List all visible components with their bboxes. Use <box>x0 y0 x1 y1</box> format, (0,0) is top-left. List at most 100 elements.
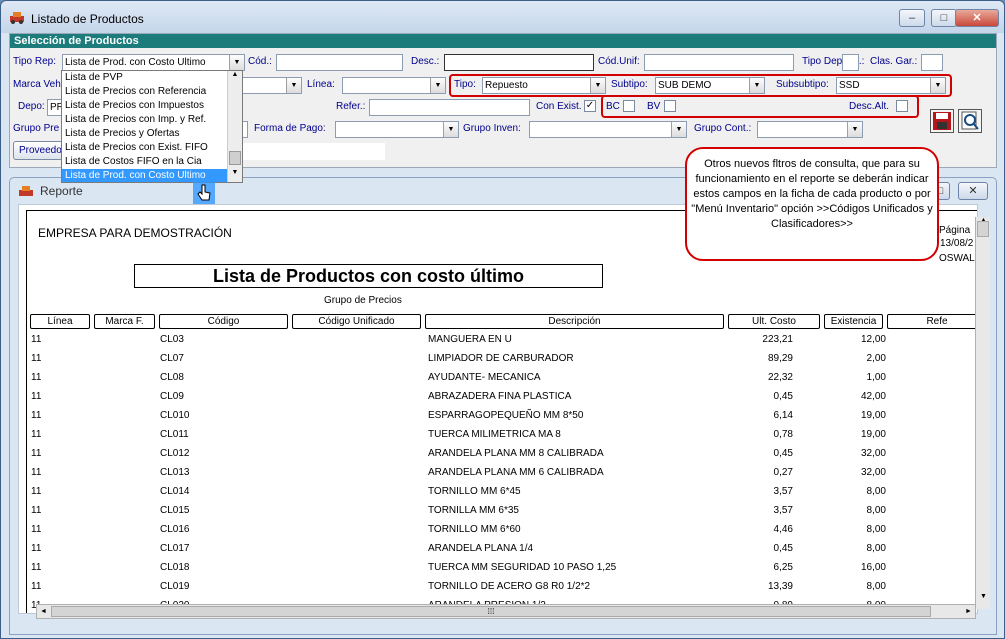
table-cell: CL09 <box>160 391 184 402</box>
chevron-down-icon[interactable]: ▼ <box>847 122 862 137</box>
table-cell: 32,00 <box>860 448 886 459</box>
chevron-down-icon[interactable]: ▼ <box>229 55 244 70</box>
grupo-inven-label: Grupo Inven: <box>463 123 521 134</box>
chevron-down-icon[interactable]: ▼ <box>977 593 990 607</box>
dropdown-option[interactable]: Lista de Precios y Ofertas <box>62 127 242 141</box>
table-cell: CL012 <box>160 448 190 459</box>
table-cell: 11 <box>31 410 42 421</box>
table-cell: 11 <box>31 562 42 573</box>
chevron-left-icon[interactable]: ◄ <box>37 605 50 618</box>
table-cell: ABRAZADERA FINA PLASTICA <box>428 391 572 402</box>
bv-checkbox[interactable] <box>664 100 676 112</box>
table-cell: MANGUERA EN U <box>428 334 512 345</box>
dropdown-option[interactable]: Lista de Prod. con Costo Ultimo <box>62 169 242 182</box>
dropdown-option[interactable]: Lista de PVP <box>62 71 242 85</box>
dropdown-option[interactable]: Lista de Costos FIFO en la Cia <box>62 155 242 169</box>
main-window: Listado de Productos – □ ✕ Selección de … <box>0 0 1005 639</box>
table-cell: 0,78 <box>773 429 793 440</box>
maximize-button[interactable]: □ <box>931 9 957 27</box>
bc-checkbox[interactable] <box>623 100 635 112</box>
table-cell: CL018 <box>160 562 190 573</box>
subsubtipo-value: SSD <box>839 80 860 91</box>
table-cell: ARANDELA PLANA 1/4 <box>428 543 534 554</box>
clas-gar-input[interactable] <box>921 54 943 71</box>
tipo-label: Tipo: <box>454 79 476 90</box>
table-cell: CL014 <box>160 486 190 497</box>
table-cell: TORNILLA MM 6*35 <box>428 505 519 516</box>
table-cell: TORNILLO MM 6*45 <box>428 486 521 497</box>
dropdown-option[interactable]: Lista de Precios con Referencia <box>62 85 242 99</box>
close-button[interactable]: ✕ <box>955 9 999 27</box>
chevron-down-icon[interactable]: ▼ <box>749 78 764 93</box>
cod-input[interactable] <box>276 54 403 71</box>
table-cell: 11 <box>31 391 42 402</box>
refer-input[interactable] <box>369 99 530 116</box>
report-viewer: EMPRESA PARA DEMOSTRACIÓN Página 13/08/2… <box>18 204 978 614</box>
chevron-right-icon[interactable]: ► <box>962 605 975 618</box>
cod-unif-input[interactable] <box>644 54 794 71</box>
forma-pago-select[interactable]: ▼ <box>335 121 459 138</box>
chevron-up-icon[interactable]: ▲ <box>229 71 241 83</box>
table-cell: CL07 <box>160 353 184 364</box>
save-button[interactable] <box>930 109 954 133</box>
grupo-cont-select[interactable]: ▼ <box>757 121 863 138</box>
page-label: Página <box>939 225 971 236</box>
company-name: EMPRESA PARA DEMOSTRACIÓN <box>38 226 232 240</box>
con-exist-checkbox[interactable]: ✓ <box>584 100 596 112</box>
hand-cursor-icon <box>193 182 215 204</box>
tipo-depend-input[interactable] <box>842 54 859 71</box>
dropdown-option[interactable]: Lista de Precios con Impuestos <box>62 99 242 113</box>
table-cell: LIMPIADOR DE CARBURADOR <box>428 353 574 364</box>
chevron-down-icon[interactable]: ▼ <box>430 78 445 93</box>
grupo-inven-select[interactable]: ▼ <box>529 121 687 138</box>
vertical-scrollbar[interactable]: ▲ ▼ <box>975 217 990 609</box>
chevron-down-icon[interactable]: ▼ <box>671 122 686 137</box>
table-cell: 0,45 <box>773 543 793 554</box>
report-close-button[interactable]: ✕ <box>958 182 988 200</box>
table-cell: 22,32 <box>767 372 793 383</box>
marca-veh-select[interactable]: ▼ <box>240 77 302 94</box>
linea-label: Línea: <box>307 79 335 90</box>
grupo-cont-label: Grupo Cont.: <box>694 123 752 134</box>
table-cell: 11 <box>31 524 42 535</box>
chevron-down-icon[interactable]: ▼ <box>590 78 605 93</box>
table-cell: 8,00 <box>866 581 886 592</box>
subsubtipo-select[interactable]: SSD ▼ <box>836 77 946 94</box>
subtipo-select[interactable]: SUB DEMO ▼ <box>655 77 765 94</box>
dropdown-scrollbar[interactable]: ▲ ▼ <box>227 71 242 182</box>
column-header: Refe <box>887 314 977 329</box>
dropdown-option[interactable]: Lista de Precios con Imp. y Ref. <box>62 113 242 127</box>
table-cell: ESPARRAGOPEQUEÑO MM 8*50 <box>428 410 584 421</box>
chevron-down-icon[interactable]: ▼ <box>229 169 241 181</box>
scroll-thumb[interactable] <box>229 151 241 165</box>
horizontal-scrollbar[interactable]: ◄ ⁞⁞⁞ ► <box>36 604 976 619</box>
minimize-button[interactable]: – <box>899 9 925 27</box>
table-cell: ARANDELA PLANA MM 6 CALIBRADA <box>428 467 604 478</box>
tipo-select[interactable]: Repuesto ▼ <box>482 77 606 94</box>
desc-alt-checkbox[interactable] <box>896 100 908 112</box>
hscroll-thumb[interactable]: ⁞⁞⁞ <box>51 606 931 617</box>
date-label: 13/08/2 <box>940 238 974 249</box>
table-cell: ARANDELA PLANA MM 8 CALIBRADA <box>428 448 604 459</box>
chevron-down-icon[interactable]: ▼ <box>443 122 458 137</box>
preview-button[interactable] <box>958 109 982 133</box>
linea-select[interactable]: ▼ <box>342 77 446 94</box>
chevron-down-icon[interactable]: ▼ <box>930 78 945 93</box>
dropdown-option[interactable]: Lista de Precios con Exist. FIFO <box>62 141 242 155</box>
window-title: Listado de Productos <box>31 12 144 26</box>
table-cell: 11 <box>31 334 42 345</box>
proveedor-button[interactable]: Proveedo <box>13 141 63 160</box>
desc-input[interactable] <box>444 54 594 71</box>
subtipo-label: Subtipo: <box>611 79 648 90</box>
table-cell: 11 <box>31 429 42 440</box>
tipo-rep-select[interactable]: Lista de Prod. con Costo Ultimo ▼ <box>62 54 245 71</box>
title-bar: Listado de Productos – □ ✕ <box>1 1 1004 33</box>
report-title: Lista de Productos con costo último <box>134 264 603 288</box>
vscroll-thumb[interactable] <box>977 221 989 237</box>
chevron-down-icon[interactable]: ▼ <box>286 78 301 93</box>
table-cell: 6,25 <box>773 562 793 573</box>
grupo-pre-label: Grupo Pre <box>13 123 60 134</box>
table-cell: 4,46 <box>773 524 793 535</box>
table-cell: TORNILLO DE ACERO G8 R0 1/2*2 <box>428 581 591 592</box>
bv-label: BV <box>647 101 661 112</box>
